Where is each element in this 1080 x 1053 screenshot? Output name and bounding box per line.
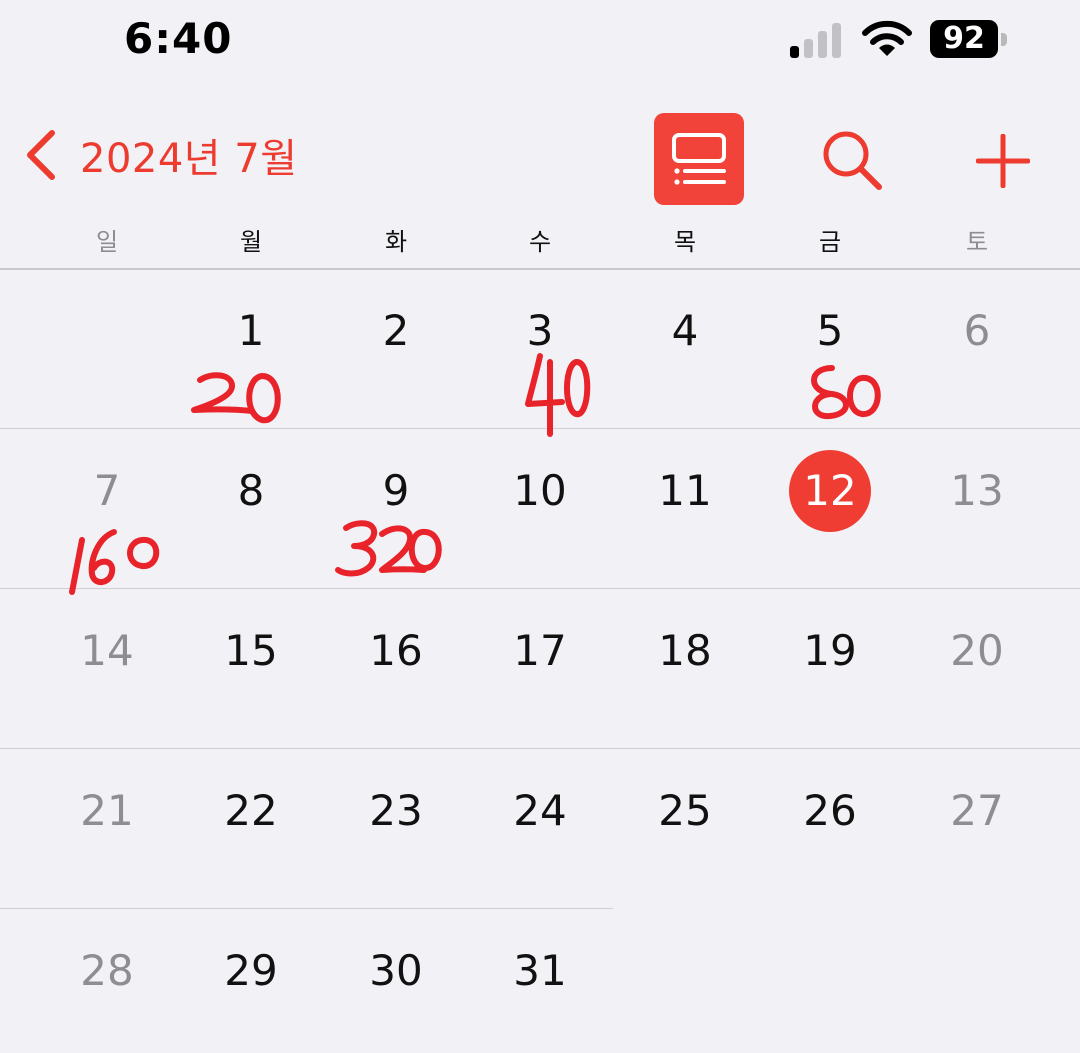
day-cell[interactable]: 28 (52, 946, 162, 996)
month-grid: 1 2 3 4 5 6 7 8 9 10 11 12 13 14 15 16 17 18 19 20 21 22 23 24 2… (0, 270, 1080, 1053)
battery-icon: 92 (930, 20, 1010, 60)
day-cell[interactable]: 3 (485, 306, 595, 356)
day-cell[interactable]: 11 (630, 466, 740, 516)
day-cell[interactable]: 4 (630, 306, 740, 356)
day-cell[interactable]: 9 (341, 466, 451, 516)
weekday-mon: 월 (239, 228, 263, 256)
day-cell[interactable]: 17 (485, 626, 595, 676)
week-divider (0, 908, 613, 909)
day-cell[interactable]: 2 (341, 306, 451, 356)
week-divider (0, 588, 1080, 589)
day-cell[interactable]: 18 (630, 626, 740, 676)
list-view-button[interactable] (654, 113, 744, 205)
search-icon[interactable] (820, 128, 884, 192)
day-cell[interactable]: 21 (52, 786, 162, 836)
day-cell[interactable]: 1 (196, 306, 306, 356)
day-cell[interactable]: 20 (922, 626, 1032, 676)
day-cell[interactable]: 6 (922, 306, 1032, 356)
plus-icon[interactable] (976, 134, 1030, 188)
weekday-thu: 목 (673, 228, 697, 256)
day-cell[interactable]: 31 (485, 946, 595, 996)
day-cell[interactable]: 23 (341, 786, 451, 836)
status-bar: 6:40 92 (0, 0, 1080, 80)
day-cell[interactable]: 27 (922, 786, 1032, 836)
day-cell[interactable]: 15 (196, 626, 306, 676)
list-view-icon (672, 133, 726, 185)
day-cell[interactable]: 14 (52, 626, 162, 676)
weekday-wed: 수 (528, 228, 552, 256)
battery-cap (1001, 33, 1007, 46)
weekday-sun: 일 (95, 228, 119, 256)
weekday-fri: 금 (818, 228, 842, 256)
day-cell[interactable]: 22 (196, 786, 306, 836)
back-to-year-button[interactable]: 2024년 7월 (22, 126, 298, 184)
day-cell[interactable]: 5 (775, 306, 885, 356)
day-cell[interactable]: 10 (485, 466, 595, 516)
cellular-signal-icon (790, 23, 841, 58)
weekday-header: 일 월 화 수 목 금 토 (0, 222, 1080, 262)
day-cell[interactable]: 29 (196, 946, 306, 996)
day-cell-today[interactable]: 12 (789, 450, 871, 532)
day-cell[interactable]: 26 (775, 786, 885, 836)
weekday-tue: 화 (384, 228, 408, 256)
chevron-left-icon (27, 130, 55, 180)
day-cell[interactable]: 30 (341, 946, 451, 996)
battery-body: 92 (930, 20, 998, 58)
status-time: 6:40 (124, 14, 233, 63)
day-cell[interactable]: 19 (775, 626, 885, 676)
day-cell[interactable]: 24 (485, 786, 595, 836)
day-cell[interactable]: 16 (341, 626, 451, 676)
wifi-icon (862, 20, 912, 56)
battery-level: 92 (943, 21, 985, 56)
day-cell[interactable]: 13 (922, 466, 1032, 516)
weekday-sat: 토 (965, 228, 989, 256)
day-cell[interactable]: 25 (630, 786, 740, 836)
day-cell[interactable]: 7 (52, 466, 162, 516)
week-divider (0, 428, 1080, 429)
month-title: 2024년 7월 (80, 136, 298, 182)
week-divider (0, 748, 1080, 749)
day-cell[interactable]: 8 (196, 466, 306, 516)
